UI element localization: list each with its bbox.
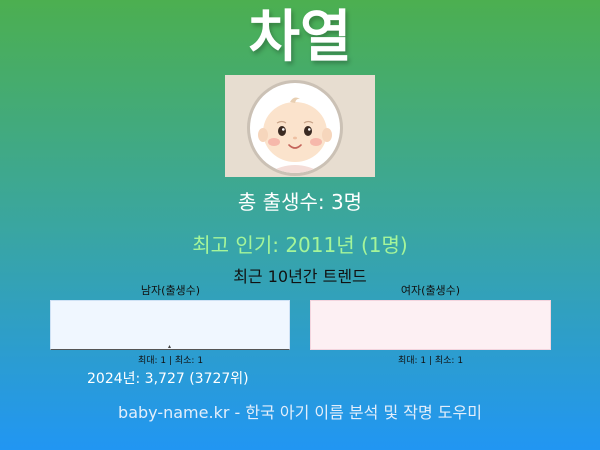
year-stat-text: 2024년: 3,727 (3727위)	[87, 371, 249, 387]
male-minmax-text: 최대: 1 | 최소: 1	[137, 356, 204, 366]
female-trend-chart	[310, 300, 551, 350]
baby-face-icon	[258, 97, 332, 173]
female-chart-label: 여자(출생수)	[400, 284, 461, 297]
avatar	[250, 83, 340, 173]
baby-name-title: 차열	[248, 5, 352, 70]
male-trend-axis	[168, 345, 171, 348]
avatar-card	[225, 75, 375, 177]
top-popularity-text: 최고 인기: 2011년 (1명)	[192, 233, 408, 257]
footer-text: baby-name.kr - 한국 아기 이름 분석 및 작명 도우미	[118, 403, 482, 422]
total-births-text: 총 출생수: 3명	[237, 190, 363, 214]
male-chart-label: 남자(출생수)	[140, 284, 201, 297]
male-trend-chart	[50, 300, 290, 350]
chart-marker-icon	[168, 345, 171, 348]
female-minmax-text: 최대: 1 | 최소: 1	[397, 356, 464, 366]
